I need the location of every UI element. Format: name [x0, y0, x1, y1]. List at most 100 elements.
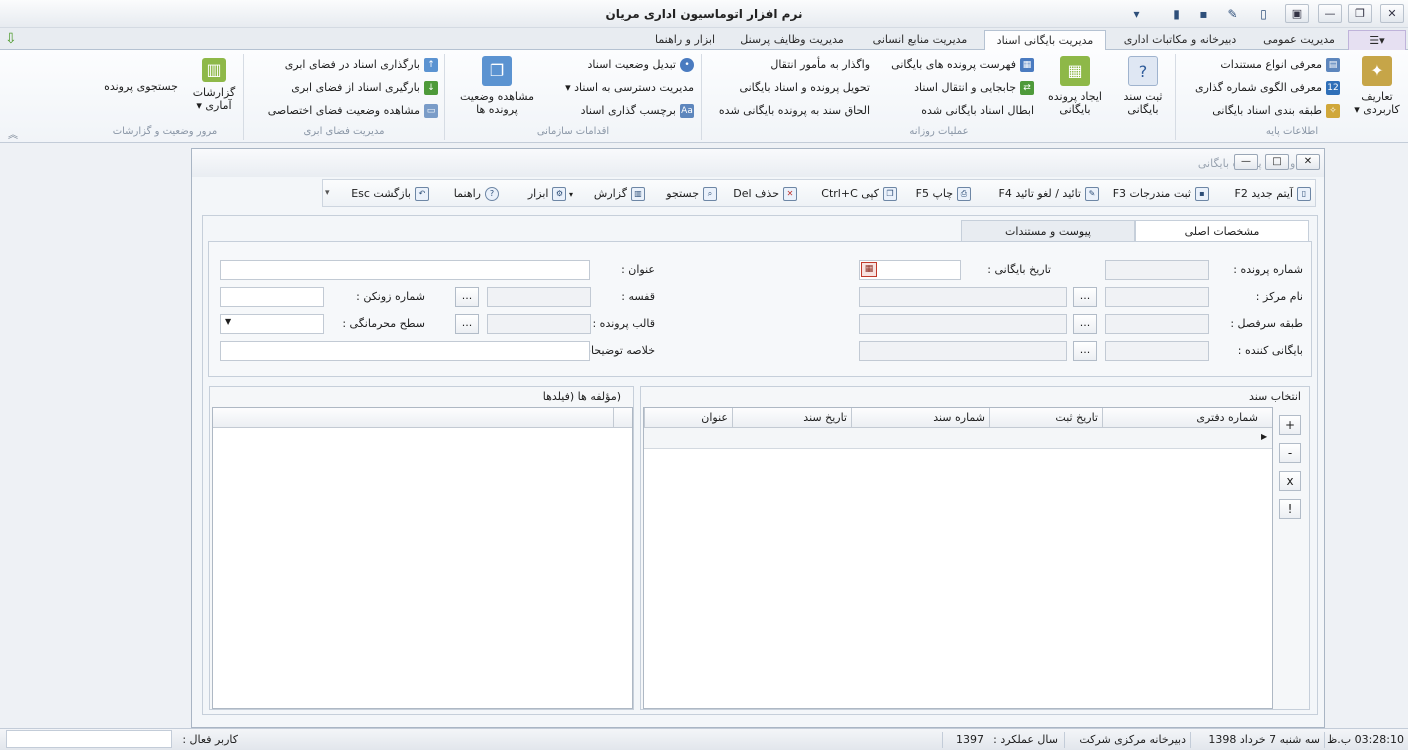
- save-entries-button[interactable]: ▪ثبت مندرجات F3: [1101, 184, 1209, 204]
- qat-dropdown-icon[interactable]: ▾: [1128, 6, 1145, 22]
- move-docs-item[interactable]: ⇄جابجایی و انتقال اسناد: [876, 79, 1034, 97]
- category-lookup-button[interactable]: ...: [1073, 314, 1097, 334]
- chevron-down-icon: ▼: [225, 317, 232, 326]
- shelf-lookup-button[interactable]: ...: [455, 287, 479, 307]
- user-definitions-button[interactable]: ✦ تعاریف کاربردی ▾: [1352, 56, 1402, 116]
- attach-doc-item[interactable]: الحاق سند به پرونده بایگانی شده: [706, 102, 870, 120]
- app-menu-button[interactable]: ☰▾: [1348, 30, 1406, 51]
- doc-classification-item[interactable]: ✧طبقه بندی اسناد بایگانی: [1180, 102, 1340, 120]
- confidentiality-select[interactable]: ▼: [220, 314, 324, 334]
- view-file-status-button[interactable]: ❐ مشاهده وضعیت پرونده ها: [452, 56, 542, 116]
- confirm-button[interactable]: ✎تائید / لغو تائید F4: [983, 184, 1099, 204]
- col-doc-number[interactable]: شماره سند: [851, 408, 989, 428]
- minimize-icon[interactable]: —: [1318, 4, 1342, 23]
- confirm-icon: ✎: [1085, 187, 1099, 201]
- tab-main-details[interactable]: مشخصات اصلی: [1135, 220, 1309, 242]
- tab-secretariat[interactable]: دبیرخانه و مکاتبات اداری: [1110, 30, 1250, 51]
- col-doc-date[interactable]: تاریخ سند: [732, 408, 851, 428]
- restore-icon[interactable]: ❐: [1348, 4, 1372, 23]
- new-item-button[interactable]: ▯آیتم جدید F2: [1213, 184, 1311, 204]
- table-row[interactable]: ▶: [644, 428, 1272, 449]
- doc-types-item[interactable]: ▤معرفی انواع مستندات: [1180, 56, 1340, 74]
- tab-attachments[interactable]: پیوست و مستندات: [961, 220, 1135, 242]
- status-bar: 03:28:10 ب.ظ سه شنبه 7 خرداد 1398 دبیرخا…: [0, 728, 1408, 750]
- archiver-lookup-button[interactable]: ...: [1073, 341, 1097, 361]
- book-icon[interactable]: ▮: [1168, 6, 1185, 22]
- register-doc-button[interactable]: ? ثبت سند بایگانی: [1118, 56, 1168, 116]
- col-register-date[interactable]: تاریخ ثبت: [989, 408, 1102, 428]
- center-name-label: نام مرکز :: [1255, 290, 1303, 303]
- chart-icon: ▥: [202, 58, 226, 82]
- fullscreen-icon[interactable]: ▣: [1285, 4, 1309, 23]
- upload-cloud-item[interactable]: ↑بارگذاری اسناد در فضای ابری: [248, 56, 438, 74]
- assign-transfer-agent-item[interactable]: واگذار به مأمور انتقال: [706, 56, 870, 74]
- label-icon: Aa: [680, 104, 694, 118]
- help-button[interactable]: ?راهنما: [443, 184, 499, 204]
- doc-labeling-item[interactable]: Aaبرچسب گذاری اسناد: [546, 102, 694, 120]
- shelf-field: [487, 287, 591, 307]
- summary-field[interactable]: [220, 341, 590, 361]
- help-icon: ?: [485, 187, 499, 201]
- table-icon: ▦: [1020, 58, 1034, 72]
- download-cloud-item[interactable]: ↓بارگیری اسناد از فضای ابری: [248, 79, 438, 97]
- create-file-icon: ▦: [1060, 56, 1090, 86]
- collapse-ribbon-icon[interactable]: ︽: [8, 126, 18, 141]
- category-field: [859, 314, 1067, 334]
- file-template-lookup-button[interactable]: ...: [455, 314, 479, 334]
- doc-access-item[interactable]: مدیریت دسترسی به اسناد ▾: [546, 79, 694, 97]
- tab-human-resources[interactable]: مدیریت منابع انسانی: [860, 30, 980, 51]
- tab-general-management[interactable]: مدیریت عمومی: [1252, 30, 1346, 51]
- copy-icon: ❐: [883, 187, 897, 201]
- close-icon[interactable]: ✕: [1380, 4, 1404, 23]
- numbering-icon: 12: [1326, 81, 1340, 95]
- add-doc-button[interactable]: +: [1279, 415, 1301, 435]
- edit-icon[interactable]: ✎: [1224, 6, 1241, 22]
- child-maximize-icon[interactable]: □: [1265, 154, 1289, 170]
- tab-archive-management[interactable]: مدیریت بایگانی اسناد: [984, 30, 1106, 51]
- title-field[interactable]: [220, 260, 590, 280]
- print-button[interactable]: ⎙چاپ F5: [905, 184, 971, 204]
- delete-icon: ✕: [783, 187, 797, 201]
- doc-grid[interactable]: شماره دفتری تاریخ ثبت شماره سند تاریخ سن…: [643, 407, 1273, 709]
- save-icon[interactable]: ▪: [1195, 6, 1212, 22]
- archive-files-list-item[interactable]: ▦فهرست پرونده های بایگانی: [876, 56, 1034, 74]
- numbering-pattern-item[interactable]: 12معرفی الگوی شماره گذاری: [1180, 79, 1340, 97]
- binder-number-field[interactable]: [220, 287, 324, 307]
- gear-icon: ⚙: [552, 187, 567, 201]
- status-fiscal-year: 1397: [956, 733, 984, 746]
- toolbar-overflow-icon[interactable]: ▾: [325, 184, 337, 202]
- child-minimize-icon[interactable]: —: [1234, 154, 1258, 170]
- back-button[interactable]: ↶بازگشت Esc: [345, 184, 429, 204]
- create-file-button[interactable]: ▦ ایجاد پرونده بایگانی: [1046, 56, 1104, 116]
- components-grid[interactable]: [212, 407, 633, 709]
- group-label-org-actions: اقدامات سازمانی: [536, 126, 610, 137]
- remove-doc-button[interactable]: -: [1279, 443, 1301, 463]
- tab-tools-help[interactable]: ابزار و راهنما: [645, 30, 725, 51]
- report-button[interactable]: ▥گزارش: [579, 184, 645, 204]
- search-file-button[interactable]: جستجوی پرونده: [98, 80, 184, 93]
- search-button[interactable]: ⌕جستجو: [651, 184, 717, 204]
- copy-button[interactable]: ❐کپی Ctrl+C: [809, 184, 897, 204]
- deliver-file-item[interactable]: تحویل پرونده و اسناد بایگانی: [706, 79, 870, 97]
- tools-button[interactable]: ▾ ⚙ابزار: [507, 184, 573, 204]
- cancel-archived-docs-item[interactable]: ابطال اسناد بایگانی شده: [876, 102, 1034, 120]
- status-icon: •: [680, 58, 694, 72]
- clear-docs-button[interactable]: x: [1279, 471, 1301, 491]
- child-toolbar: ▾ ▯آیتم جدید F2 ▪ثبت مندرجات F3 ✎تائید /…: [322, 179, 1316, 207]
- alert-docs-button[interactable]: !: [1279, 499, 1301, 519]
- stat-reports-button[interactable]: ▥ گزارشات آماری ▾: [188, 58, 240, 112]
- delete-button[interactable]: ✕حذف Del: [725, 184, 797, 204]
- col-title[interactable]: عنوان: [644, 408, 732, 428]
- center-name-lookup-button[interactable]: ...: [1073, 287, 1097, 307]
- change-doc-status-item[interactable]: •تبدیل وضعیت اسناد: [546, 56, 694, 74]
- calendar-icon[interactable]: ▦: [861, 262, 877, 277]
- download-icon[interactable]: ⇩: [5, 31, 21, 47]
- tab-personnel-tasks[interactable]: مدیریت وظایف پرسنل: [730, 30, 854, 51]
- page-icon[interactable]: ▯: [1255, 6, 1272, 22]
- status-fiscal-label: سال عملکرد :: [993, 733, 1058, 746]
- child-close-icon[interactable]: ✕: [1296, 154, 1320, 170]
- archiver-label: بایگانی کننده :: [1237, 344, 1303, 357]
- col-register-number[interactable]: شماره دفتری: [1102, 408, 1262, 428]
- cloud-space-status-item[interactable]: ▭مشاهده وضعیت فضای اختصاصی: [248, 102, 438, 120]
- archive-file-window: ثبت و ایجاد پرونده بایگانی ✕ □ — ▾ ▯آیتم…: [191, 148, 1325, 728]
